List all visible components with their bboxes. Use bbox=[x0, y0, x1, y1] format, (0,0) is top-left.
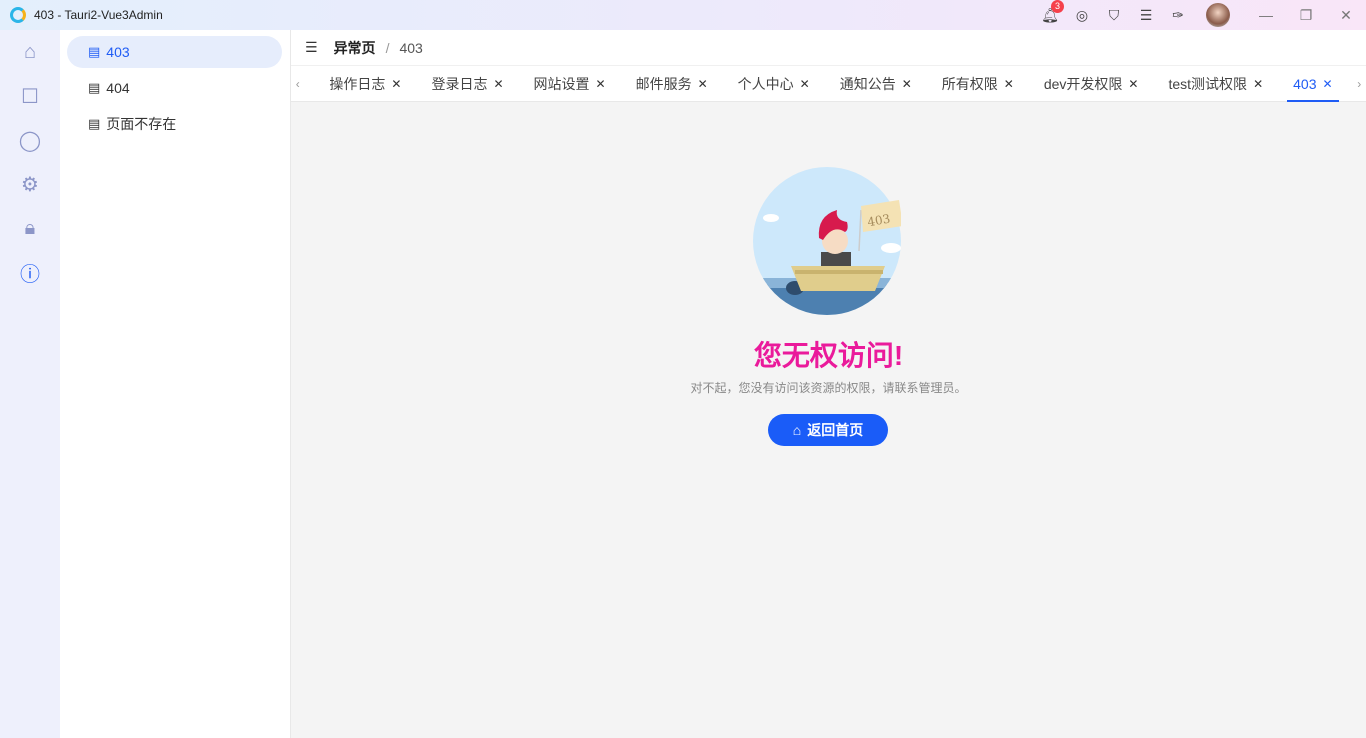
gear-icon[interactable]: ⚙ bbox=[0, 162, 60, 206]
back-home-button[interactable]: ⌂ 返回首页 bbox=[768, 414, 888, 446]
forbidden-illustration: 403 bbox=[753, 166, 901, 316]
close-icon[interactable]: ✕ bbox=[1004, 77, 1014, 91]
tab-label: 个人中心 bbox=[738, 74, 794, 94]
submenu: ▤ 403 ▤ 404 ▤ 页面不存在 bbox=[60, 30, 291, 738]
tab-label: 登录日志 bbox=[431, 74, 487, 94]
title-bar: 403 - Tauri2-Vue3Admin 🔔︎3 ◎ ⛉ ☰ ✑ — ❐ ✕ bbox=[0, 0, 1366, 30]
pin-icon[interactable]: ✑ bbox=[1162, 7, 1194, 24]
tab-label: 网站设置 bbox=[534, 74, 590, 94]
language-icon[interactable]: ◎ bbox=[1066, 7, 1098, 24]
page-icon: ▤ bbox=[88, 81, 100, 96]
tab-label: 通知公告 bbox=[840, 74, 896, 94]
icon-rail: ⌂ ☐ ◯ ⚙ 🔒︎ ⓘ bbox=[0, 30, 60, 738]
page-icon: ▤ bbox=[88, 117, 100, 132]
app-logo-icon bbox=[10, 7, 26, 23]
user-icon[interactable]: ◯ bbox=[0, 118, 60, 162]
tab-label: 所有权限 bbox=[942, 74, 998, 94]
close-icon[interactable]: ✕ bbox=[1322, 77, 1332, 91]
maximize-button[interactable]: ❐ bbox=[1286, 7, 1326, 24]
page-description: 对不起，您没有访问该资源的权限，请联系管理员。 bbox=[291, 379, 1366, 396]
window-title: 403 - Tauri2-Vue3Admin bbox=[34, 8, 163, 22]
close-icon[interactable]: ✕ bbox=[493, 77, 503, 91]
back-home-label: 返回首页 bbox=[807, 420, 863, 440]
notification-badge: 3 bbox=[1051, 0, 1064, 13]
submenu-item-403[interactable]: ▤ 403 bbox=[67, 36, 282, 68]
tab-notices[interactable]: 通知公告 ✕ bbox=[830, 66, 922, 102]
tab-label: 操作日志 bbox=[329, 74, 385, 94]
content-area: 403 您无权访问! 对不起，您没有访问该资源的权限，请联系管理员。 ⌂ 返回首页 bbox=[291, 102, 1366, 738]
tab-label: 邮件服务 bbox=[636, 74, 692, 94]
minimize-button[interactable]: — bbox=[1246, 7, 1286, 23]
page-title: 您无权访问! bbox=[291, 334, 1366, 374]
close-icon[interactable]: ✕ bbox=[1128, 77, 1138, 91]
breadcrumb-parent[interactable]: 异常页 bbox=[334, 38, 376, 58]
tab-all-permissions[interactable]: 所有权限 ✕ bbox=[932, 66, 1024, 102]
close-icon[interactable]: ✕ bbox=[1253, 77, 1263, 91]
alert-icon[interactable]: ⓘ bbox=[0, 250, 60, 294]
tab-site-settings[interactable]: 网站设置 ✕ bbox=[524, 66, 616, 102]
tab-403[interactable]: 403 ✕ bbox=[1283, 66, 1342, 102]
tab-dev-permissions[interactable]: dev开发权限 ✕ bbox=[1034, 66, 1149, 102]
breadcrumb-separator: / bbox=[386, 40, 390, 56]
close-icon[interactable]: ✕ bbox=[391, 77, 401, 91]
menu-collapse-icon[interactable]: ☰ bbox=[305, 39, 318, 56]
submenu-item-not-found[interactable]: ▤ 页面不存在 bbox=[67, 108, 282, 140]
tab-operation-log[interactable]: 操作日志 ✕ bbox=[319, 66, 411, 102]
tabs-scroll-right-icon[interactable]: › bbox=[1353, 77, 1366, 91]
avatar[interactable] bbox=[1206, 3, 1230, 27]
close-icon[interactable]: ✕ bbox=[596, 77, 606, 91]
settings-sliders-icon[interactable]: ☰ bbox=[1130, 7, 1162, 24]
home-icon[interactable]: ⌂ bbox=[0, 30, 60, 74]
lock-icon[interactable]: 🔒︎ bbox=[0, 206, 60, 250]
header: ☰ 异常页 / 403 bbox=[291, 30, 1366, 66]
breadcrumb-current: 403 bbox=[399, 40, 422, 56]
submenu-item-404[interactable]: ▤ 404 bbox=[67, 72, 282, 104]
close-button[interactable]: ✕ bbox=[1326, 7, 1366, 24]
tab-login-log[interactable]: 登录日志 ✕ bbox=[421, 66, 513, 102]
submenu-item-label: 404 bbox=[106, 80, 129, 96]
close-icon[interactable]: ✕ bbox=[800, 77, 810, 91]
tab-profile[interactable]: 个人中心 ✕ bbox=[728, 66, 820, 102]
close-icon[interactable]: ✕ bbox=[902, 77, 912, 91]
home-icon: ⌂ bbox=[793, 422, 801, 438]
tabs-scroll-left-icon[interactable]: ‹ bbox=[291, 77, 304, 91]
theme-shirt-icon[interactable]: ⛉ bbox=[1098, 7, 1130, 24]
tab-test-permissions[interactable]: test测试权限 ✕ bbox=[1158, 66, 1273, 102]
layers-icon[interactable]: ☐ bbox=[0, 74, 60, 118]
tab-mail-service[interactable]: 邮件服务 ✕ bbox=[626, 66, 718, 102]
page-icon: ▤ bbox=[88, 45, 100, 60]
tab-label: test测试权限 bbox=[1168, 74, 1247, 94]
close-icon[interactable]: ✕ bbox=[698, 77, 708, 91]
tab-bar: ‹ 操作日志 ✕ 登录日志 ✕ 网站设置 ✕ 邮件服务 ✕ 个人中心 ✕ 通知公告 ✕ 所有… bbox=[291, 66, 1366, 102]
submenu-item-label: 403 bbox=[106, 44, 129, 60]
tab-label: 403 bbox=[1293, 76, 1316, 92]
submenu-item-label: 页面不存在 bbox=[106, 114, 176, 134]
notification-bell-icon[interactable]: 🔔︎3 bbox=[1034, 7, 1066, 24]
tab-label: dev开发权限 bbox=[1044, 74, 1123, 94]
